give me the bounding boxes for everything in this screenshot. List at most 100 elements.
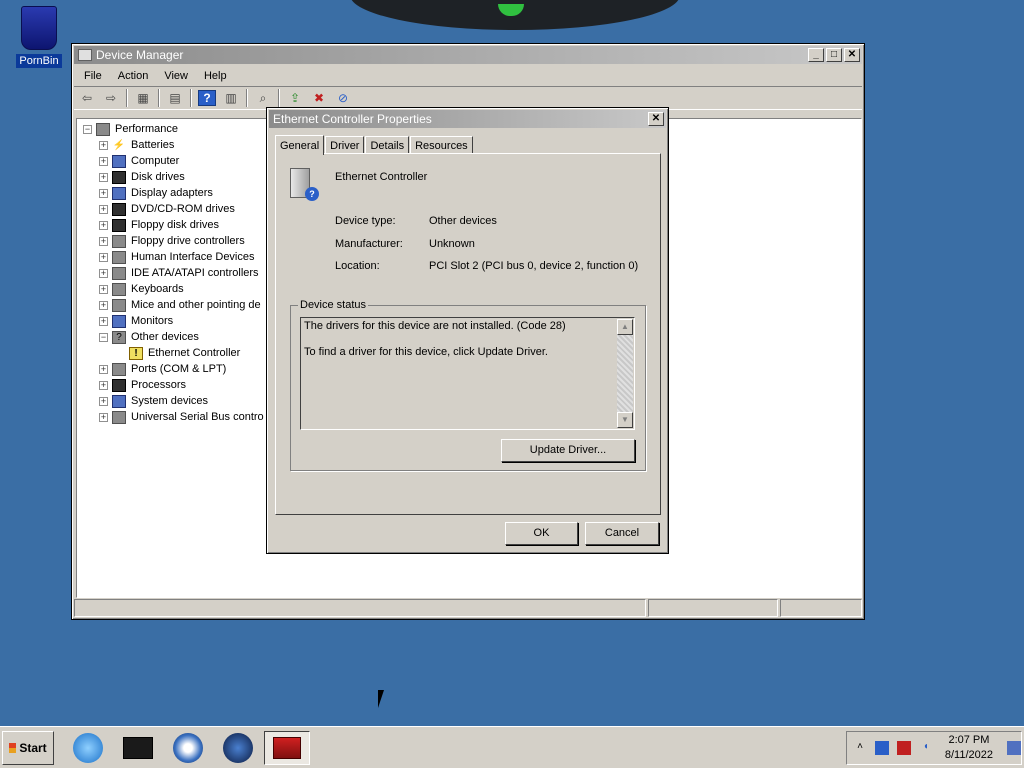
tree-item-label: Disk drives — [131, 171, 185, 183]
expand-toggle[interactable]: + — [99, 268, 108, 278]
property-label: Device type: — [335, 215, 396, 227]
clock[interactable]: 2:07 PM 8/11/2022 — [945, 733, 993, 763]
expand-toggle[interactable]: + — [99, 380, 108, 390]
property-value: Other devices — [429, 215, 497, 227]
device-properties: Device type: Other devices Manufacturer: U… — [335, 215, 638, 283]
network-globe-icon[interactable] — [220, 731, 256, 765]
taskbar: Start ˄ ◖ 2:07 PM 8/11/2022 — [0, 726, 1024, 768]
show-hidden-chevron-icon[interactable]: ˄ — [853, 741, 867, 755]
expand-toggle[interactable]: + — [99, 140, 108, 150]
menu-action[interactable]: Action — [110, 70, 157, 82]
display-adapter-icon — [112, 186, 126, 200]
toolbar-separator — [126, 89, 128, 107]
expand-toggle[interactable]: + — [99, 300, 108, 310]
expand-toggle[interactable]: + — [99, 220, 108, 230]
expand-toggle[interactable]: + — [99, 316, 108, 326]
property-row: Device type: Other devices — [335, 215, 638, 238]
update-driver-icon[interactable]: ⇪ — [286, 90, 304, 106]
dialog-close-button[interactable]: ✕ — [648, 112, 664, 126]
status-bar — [74, 599, 862, 617]
unknown-device-icon: ? — [112, 330, 126, 344]
internet-explorer-icon[interactable] — [70, 731, 106, 765]
tree-item-label: Other devices — [131, 331, 199, 343]
back-icon[interactable]: ⇦ — [78, 90, 96, 106]
scroll-down-icon[interactable]: ▼ — [617, 412, 633, 428]
disable-icon[interactable]: ⊘ — [334, 90, 352, 106]
menu-view[interactable]: View — [156, 70, 196, 82]
tree-item-label: Monitors — [131, 315, 174, 327]
tree-root-label: Performance — [115, 123, 178, 135]
expand-toggle[interactable]: + — [99, 396, 108, 406]
disk-drive-icon — [112, 170, 126, 184]
clock-time: 2:07 PM — [948, 734, 990, 746]
processor-icon — [112, 378, 126, 392]
tab-general[interactable]: General — [275, 135, 325, 155]
port-icon — [112, 362, 126, 376]
tab-driver[interactable]: Driver — [325, 136, 365, 154]
forward-icon[interactable]: ⇨ — [102, 90, 120, 106]
desktop-icon-recycle-bin[interactable]: PornBin — [16, 6, 62, 68]
device-status-label: Device status — [298, 299, 369, 311]
uninstall-icon[interactable]: ✖ — [310, 90, 328, 106]
mouse-icon — [112, 298, 126, 312]
up-icon[interactable]: ▦ — [134, 90, 152, 106]
maximize-button[interactable]: □ — [826, 48, 842, 62]
device-manager-toolbox-icon[interactable] — [264, 731, 310, 765]
expand-toggle[interactable]: + — [99, 236, 108, 246]
computer-root-icon — [96, 122, 110, 136]
volume-icon[interactable]: ◖ — [919, 741, 933, 755]
expand-toggle[interactable]: + — [99, 156, 108, 166]
ok-button[interactable]: OK — [505, 522, 578, 545]
properties-icon[interactable]: ▤ — [166, 90, 184, 106]
media-player-icon[interactable] — [170, 731, 206, 765]
tree-item-label: Universal Serial Bus contro — [131, 411, 264, 423]
terminal-icon[interactable] — [120, 731, 156, 765]
status-pane-2 — [648, 599, 778, 617]
device-name: Ethernet Controller — [335, 171, 428, 183]
view-icon[interactable]: ▥ — [222, 90, 240, 106]
tab-resources[interactable]: Resources — [410, 136, 473, 154]
computer-icon — [112, 154, 126, 168]
menu-file[interactable]: File — [76, 70, 110, 82]
status-line: The drivers for this device are not inst… — [304, 320, 566, 332]
help-icon[interactable]: ? — [198, 90, 216, 106]
scan-icon[interactable]: ⌕ — [254, 90, 272, 106]
expand-toggle[interactable]: + — [99, 172, 108, 182]
wallpaper-glow — [498, 4, 524, 16]
expand-toggle[interactable]: + — [99, 412, 108, 422]
expand-toggle[interactable]: + — [99, 364, 108, 374]
expand-toggle[interactable]: + — [99, 252, 108, 262]
battery-tray-icon[interactable] — [896, 741, 911, 755]
show-desktop-icon[interactable] — [1007, 741, 1021, 755]
scroll-up-icon[interactable]: ▲ — [617, 319, 633, 335]
start-label: Start — [19, 741, 47, 755]
minimize-button[interactable]: _ — [808, 48, 824, 62]
collapse-toggle[interactable]: − — [83, 124, 92, 134]
property-label: Location: — [335, 260, 380, 272]
device-manager-app-icon — [78, 49, 92, 61]
toolbar-separator — [246, 89, 248, 107]
recycle-bin-icon — [21, 6, 57, 50]
dialog-titlebar[interactable]: Ethernet Controller Properties ✕ — [269, 110, 666, 128]
cancel-button[interactable]: Cancel — [585, 522, 659, 545]
collapse-toggle[interactable]: − — [99, 332, 108, 342]
system-tray: ˄ ◖ 2:07 PM 8/11/2022 — [846, 731, 1022, 765]
status-scrollbar[interactable]: ▲ ▼ — [617, 319, 633, 428]
device-status-textbox[interactable]: The drivers for this device are not inst… — [300, 317, 635, 430]
start-button[interactable]: Start — [2, 731, 54, 765]
properties-dialog: Ethernet Controller Properties ✕ General… — [266, 107, 669, 554]
property-row: Manufacturer: Unknown — [335, 238, 638, 261]
toolbar-separator — [190, 89, 192, 107]
tree-item-label: Ethernet Controller — [148, 347, 241, 359]
network-icon[interactable] — [874, 741, 889, 755]
close-button[interactable]: ✕ — [844, 48, 860, 62]
expand-toggle[interactable]: + — [99, 204, 108, 214]
menu-help[interactable]: Help — [196, 70, 235, 82]
update-driver-button[interactable]: Update Driver... — [501, 439, 635, 462]
expand-toggle[interactable]: + — [99, 284, 108, 294]
toolbar-separator — [158, 89, 160, 107]
expand-toggle[interactable]: + — [99, 188, 108, 198]
tab-details[interactable]: Details — [365, 136, 410, 154]
device-manager-titlebar[interactable]: Device Manager _ □ ✕ — [74, 46, 862, 64]
toolbar-separator — [278, 89, 280, 107]
